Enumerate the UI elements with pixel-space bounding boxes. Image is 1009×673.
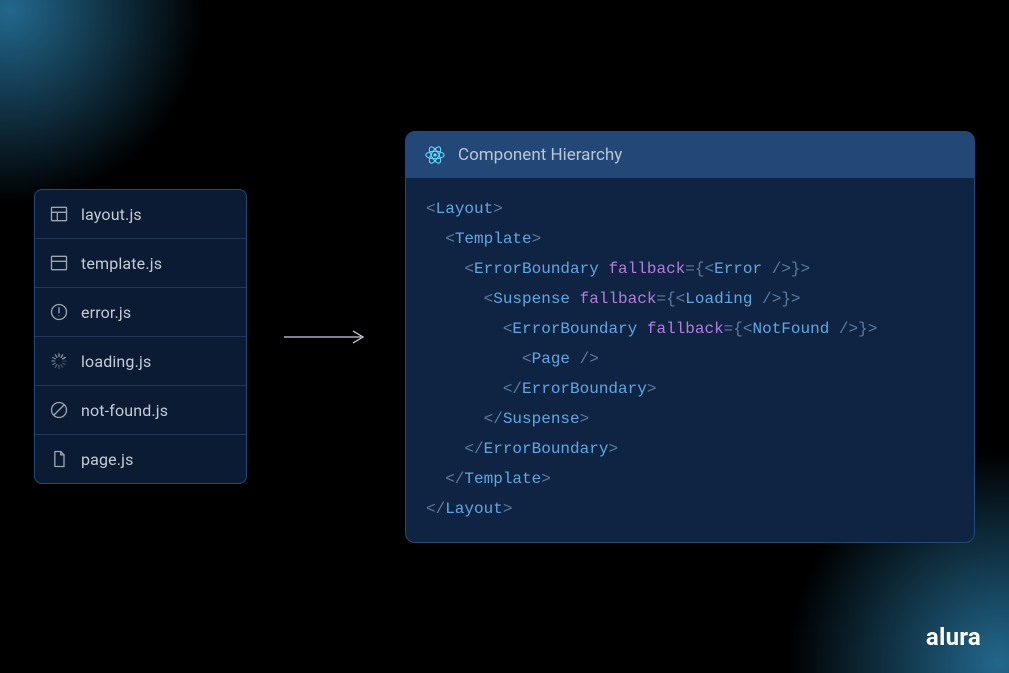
code-line: <ErrorBoundary fallback={<NotFound />}> (426, 314, 954, 344)
code-line: <Page /> (426, 344, 954, 374)
code-line: <Layout> (426, 194, 954, 224)
error-icon (49, 302, 69, 322)
code-line: </Template> (426, 464, 954, 494)
code-line: </Layout> (426, 494, 954, 524)
file-item: layout.js (35, 190, 246, 238)
file-item: loading.js (35, 336, 246, 385)
component-hierarchy-panel: Component Hierarchy <Layout> <Template> … (405, 131, 975, 543)
file-label: not-found.js (81, 401, 168, 420)
react-icon (424, 144, 446, 166)
brand-logo: alura (926, 623, 981, 651)
diagram-stage: layout.js template.js error.js loading.js no… (0, 0, 1009, 673)
file-label: page.js (81, 450, 134, 469)
file-list-panel: layout.js template.js error.js loading.js no… (34, 189, 247, 484)
file-label: template.js (81, 254, 162, 273)
file-label: loading.js (81, 352, 151, 371)
code-line: </Suspense> (426, 404, 954, 434)
component-hierarchy-header: Component Hierarchy (406, 132, 974, 178)
arrow-icon (283, 329, 369, 345)
code-line: <ErrorBoundary fallback={<Error />}> (426, 254, 954, 284)
template-icon (49, 253, 69, 273)
code-line: <Suspense fallback={<Loading />}> (426, 284, 954, 314)
code-line: </ErrorBoundary> (426, 374, 954, 404)
code-line: <Template> (426, 224, 954, 254)
loading-icon (49, 351, 69, 371)
file-item: not-found.js (35, 385, 246, 434)
notfound-icon (49, 400, 69, 420)
layout-icon (49, 204, 69, 224)
file-label: error.js (81, 303, 131, 322)
component-hierarchy-code: <Layout> <Template> <ErrorBoundary fallb… (406, 178, 974, 542)
component-hierarchy-title: Component Hierarchy (458, 145, 622, 165)
file-item: page.js (35, 434, 246, 483)
code-line: </ErrorBoundary> (426, 434, 954, 464)
file-label: layout.js (81, 205, 142, 224)
page-icon (49, 449, 69, 469)
file-item: template.js (35, 238, 246, 287)
file-item: error.js (35, 287, 246, 336)
